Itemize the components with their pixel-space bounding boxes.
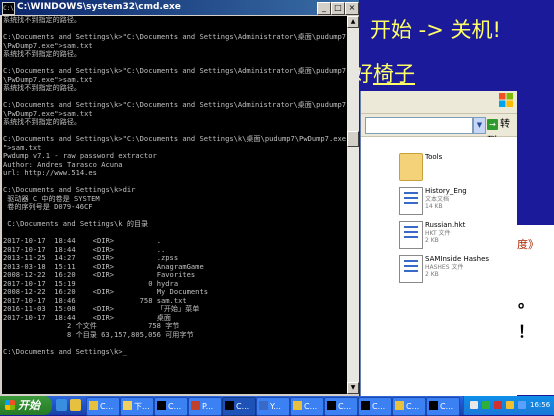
file-item[interactable]: Russian.hkt HKT 文件 2 KB bbox=[399, 219, 517, 253]
scroll-up-button[interactable]: ▲ bbox=[347, 16, 359, 28]
slide-subtitle-underlined: 椅子 bbox=[373, 62, 415, 86]
scroll-thumb[interactable] bbox=[347, 131, 359, 147]
taskbar-button[interactable]: C... bbox=[86, 397, 120, 416]
start-button[interactable]: 开始 bbox=[0, 396, 52, 415]
app-icon bbox=[191, 401, 200, 410]
address-bar: ▼ →转到 bbox=[361, 114, 517, 147]
file-item[interactable]: SAMInside Hashes HASHES 文件 2 KB bbox=[399, 253, 517, 287]
taskbar-button[interactable]: C... bbox=[392, 397, 426, 416]
app-icon bbox=[429, 401, 438, 410]
tray-icon[interactable] bbox=[482, 401, 490, 409]
file-item[interactable]: Tools bbox=[399, 151, 517, 185]
taskbar-button-label: C... bbox=[440, 402, 454, 411]
console-output-area[interactable]: 系统找不到指定的路径。 C:\Documents and Settings\k>… bbox=[2, 16, 347, 394]
system-tray: 16:56 bbox=[463, 396, 554, 415]
taskbar-button-label: C... bbox=[406, 402, 420, 411]
explorer-toolbar bbox=[361, 91, 517, 114]
taskbar-button-label: C... bbox=[168, 402, 182, 411]
taskbar-button[interactable]: C... bbox=[154, 397, 188, 416]
taskbar-button-label: C... bbox=[236, 402, 250, 411]
taskbar-button[interactable]: C... bbox=[426, 397, 460, 416]
explorer-file-list: Tools History_Eng 文本文档 14 KB Russian.hkt… bbox=[361, 137, 517, 396]
tray-icon[interactable] bbox=[506, 401, 514, 409]
address-dropdown-button[interactable]: ▼ bbox=[473, 117, 486, 134]
hashes-file-icon bbox=[399, 255, 423, 283]
windows-logo-icon bbox=[499, 93, 513, 107]
go-button[interactable]: →转到 bbox=[487, 116, 515, 147]
hkt-file-icon bbox=[399, 221, 423, 249]
text-file-icon bbox=[399, 187, 423, 215]
close-button[interactable]: × bbox=[345, 2, 359, 15]
scroll-down-button[interactable]: ▼ bbox=[347, 382, 359, 394]
clock[interactable]: 16:56 bbox=[530, 396, 550, 415]
app-icon bbox=[123, 401, 132, 410]
console-icon: C:\ bbox=[2, 2, 15, 15]
app-icon bbox=[225, 401, 234, 410]
file-size: 2 KB bbox=[425, 237, 439, 244]
app-icon bbox=[395, 401, 404, 410]
taskbar: 开始 C... 下... C... P... C... Y... C... C... C... C… bbox=[0, 396, 554, 416]
console-text: 系统找不到指定的路径。 C:\Documents and Settings\k>… bbox=[3, 16, 347, 356]
folder-icon bbox=[399, 153, 423, 181]
quick-launch-icon[interactable] bbox=[70, 399, 81, 411]
start-button-label: 开始 bbox=[18, 399, 40, 412]
cmd-title-bar[interactable]: C:\ C:\WINDOWS\system32\cmd.exe _ □ × bbox=[0, 0, 359, 15]
taskbar-button-label: C... bbox=[304, 402, 318, 411]
taskbar-button-label: 下... bbox=[134, 402, 150, 411]
app-icon bbox=[157, 401, 166, 410]
taskbar-button[interactable]: C... bbox=[358, 397, 392, 416]
file-item[interactable]: History_Eng 文本文档 14 KB bbox=[399, 185, 517, 219]
file-size: 14 KB bbox=[425, 203, 443, 210]
file-size: 2 KB bbox=[425, 271, 439, 278]
slide-text-fragment: 度》 bbox=[517, 238, 539, 251]
app-icon bbox=[293, 401, 302, 410]
go-arrow-icon: → bbox=[487, 118, 498, 130]
taskbar-button[interactable]: C... bbox=[290, 397, 324, 416]
minimize-button[interactable]: _ bbox=[317, 2, 331, 15]
explorer-window[interactable]: ▼ →转到 Tools History_Eng 文本文档 14 KB Russi… bbox=[360, 91, 517, 396]
address-input[interactable] bbox=[365, 117, 473, 134]
app-icon bbox=[327, 401, 336, 410]
vertical-scrollbar[interactable]: ▲ ▼ bbox=[347, 16, 359, 394]
taskbar-button-label: C... bbox=[372, 402, 386, 411]
tray-icon[interactable] bbox=[470, 401, 478, 409]
file-name: Russian.hkt bbox=[425, 221, 466, 229]
quick-launch-icon[interactable] bbox=[56, 399, 67, 411]
app-icon bbox=[361, 401, 370, 410]
slide-text-fragment: 。 bbox=[518, 292, 535, 311]
taskbar-button[interactable]: 下... bbox=[120, 397, 154, 416]
tray-icon[interactable] bbox=[518, 401, 526, 409]
slide-title: 开始 -> 关机! bbox=[370, 18, 501, 42]
taskbar-button[interactable]: C... bbox=[222, 397, 256, 416]
cmd-window[interactable]: C:\ C:\WINDOWS\system32\cmd.exe _ □ × 系统… bbox=[0, 0, 359, 396]
taskbar-button[interactable]: C... bbox=[324, 397, 358, 416]
slide-subtitle: 好椅子 bbox=[352, 58, 415, 88]
taskbar-button-label: P... bbox=[202, 402, 214, 411]
app-icon bbox=[89, 401, 98, 410]
taskbar-button[interactable]: Y... bbox=[256, 397, 290, 416]
taskbar-button-label: Y... bbox=[270, 402, 281, 411]
file-name: Tools bbox=[425, 153, 443, 161]
file-name: History_Eng bbox=[425, 187, 467, 195]
app-icon bbox=[259, 401, 268, 410]
windows-flag-icon bbox=[5, 400, 15, 410]
slide-text-fragment: ！ bbox=[518, 322, 535, 341]
tray-icon[interactable] bbox=[494, 401, 502, 409]
file-name: SAMInside Hashes bbox=[425, 255, 490, 263]
maximize-button[interactable]: □ bbox=[331, 2, 345, 15]
cmd-window-title: C:\WINDOWS\system32\cmd.exe bbox=[17, 2, 181, 12]
taskbar-button-label: C... bbox=[100, 402, 114, 411]
taskbar-button[interactable]: P... bbox=[188, 397, 222, 416]
taskbar-button-label: C... bbox=[338, 402, 352, 411]
